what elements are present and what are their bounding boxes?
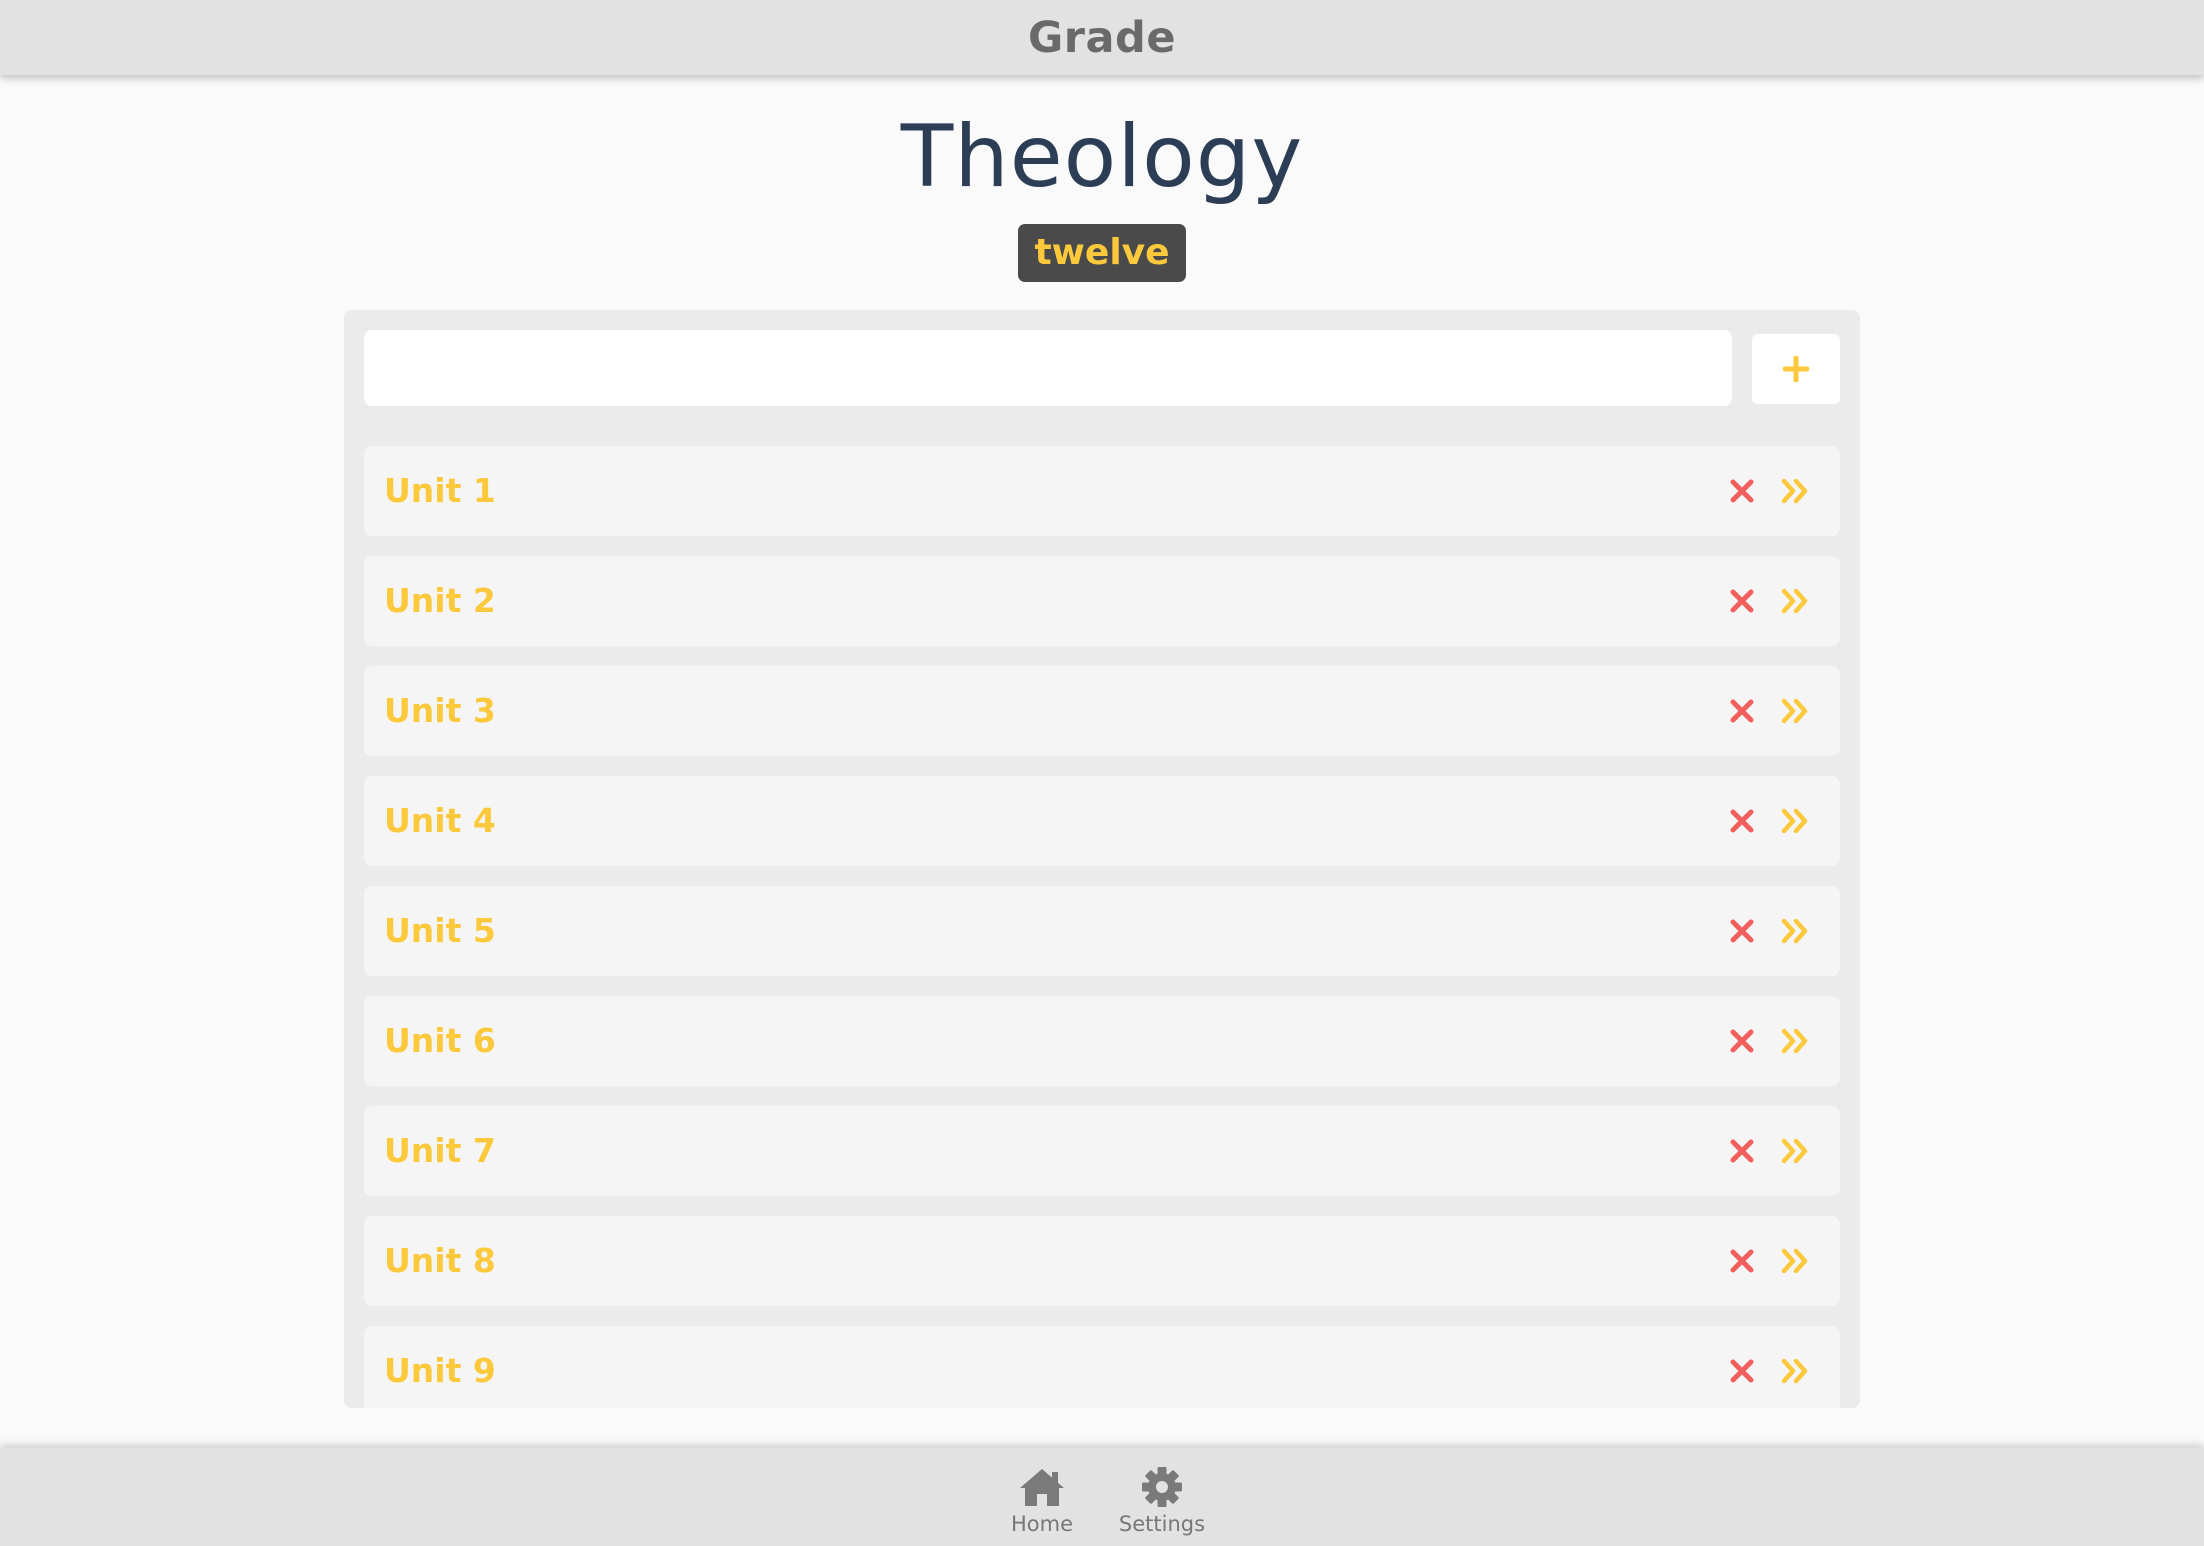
- units-panel: Unit 1 Unit 2 Unit 3 Unit 4 Unit 5 Unit 6 Unit…: [344, 310, 1860, 1408]
- delete-unit-icon[interactable]: [1729, 698, 1755, 724]
- new-unit-input[interactable]: [364, 330, 1732, 406]
- app-bar-title: Grade: [1028, 12, 1176, 63]
- open-unit-icon[interactable]: [1780, 587, 1810, 615]
- unit-row[interactable]: Unit 9: [364, 1326, 1840, 1408]
- delete-unit-icon[interactable]: [1729, 808, 1755, 834]
- home-icon: [1020, 1469, 1064, 1506]
- plus-icon: [1783, 356, 1809, 382]
- unit-label: Unit 4: [384, 801, 496, 840]
- unit-label: Unit 5: [384, 911, 496, 950]
- open-unit-icon[interactable]: [1780, 1027, 1810, 1055]
- delete-unit-icon[interactable]: [1729, 918, 1755, 944]
- unit-row[interactable]: Unit 3: [364, 666, 1840, 756]
- grade-badge: twelve: [1018, 224, 1186, 282]
- nav-settings-label: Settings: [1118, 1512, 1206, 1536]
- unit-row[interactable]: Unit 8: [364, 1216, 1840, 1306]
- gear-icon: [1142, 1467, 1182, 1507]
- nav-home-button[interactable]: Home: [1001, 1448, 1083, 1546]
- open-unit-icon[interactable]: [1780, 1247, 1810, 1275]
- unit-label: Unit 2: [384, 581, 496, 620]
- unit-label: Unit 6: [384, 1021, 496, 1060]
- unit-label: Unit 3: [384, 691, 496, 730]
- open-unit-icon[interactable]: [1780, 917, 1810, 945]
- unit-label: Unit 8: [384, 1241, 496, 1280]
- page-title: Theology: [900, 107, 1304, 207]
- delete-unit-icon[interactable]: [1729, 478, 1755, 504]
- bottom-nav-bar: Home Settings: [0, 1448, 2204, 1546]
- top-app-bar: Grade: [0, 0, 2204, 75]
- unit-row[interactable]: Unit 2: [364, 556, 1840, 646]
- unit-row[interactable]: Unit 5: [364, 886, 1840, 976]
- open-unit-icon[interactable]: [1780, 1357, 1810, 1385]
- unit-list: Unit 1 Unit 2 Unit 3 Unit 4 Unit 5 Unit 6 Unit…: [364, 446, 1840, 1408]
- open-unit-icon[interactable]: [1780, 807, 1810, 835]
- unit-label: Unit 9: [384, 1351, 496, 1390]
- delete-unit-icon[interactable]: [1729, 1358, 1755, 1384]
- open-unit-icon[interactable]: [1780, 477, 1810, 505]
- unit-row[interactable]: Unit 6: [364, 996, 1840, 1086]
- unit-label: Unit 7: [384, 1131, 496, 1170]
- delete-unit-icon[interactable]: [1729, 588, 1755, 614]
- delete-unit-icon[interactable]: [1729, 1248, 1755, 1274]
- unit-row[interactable]: Unit 7: [364, 1106, 1840, 1196]
- open-unit-icon[interactable]: [1780, 1137, 1810, 1165]
- unit-label: Unit 1: [384, 471, 496, 510]
- unit-row[interactable]: Unit 4: [364, 776, 1840, 866]
- nav-home-label: Home: [1010, 1512, 1073, 1536]
- nav-settings-button[interactable]: Settings: [1116, 1448, 1208, 1546]
- delete-unit-icon[interactable]: [1729, 1138, 1755, 1164]
- grade-badge-container: twelve: [0, 224, 2204, 282]
- open-unit-icon[interactable]: [1780, 697, 1810, 725]
- delete-unit-icon[interactable]: [1729, 1028, 1755, 1054]
- unit-row[interactable]: Unit 1: [364, 446, 1840, 536]
- add-unit-button[interactable]: [1752, 334, 1840, 404]
